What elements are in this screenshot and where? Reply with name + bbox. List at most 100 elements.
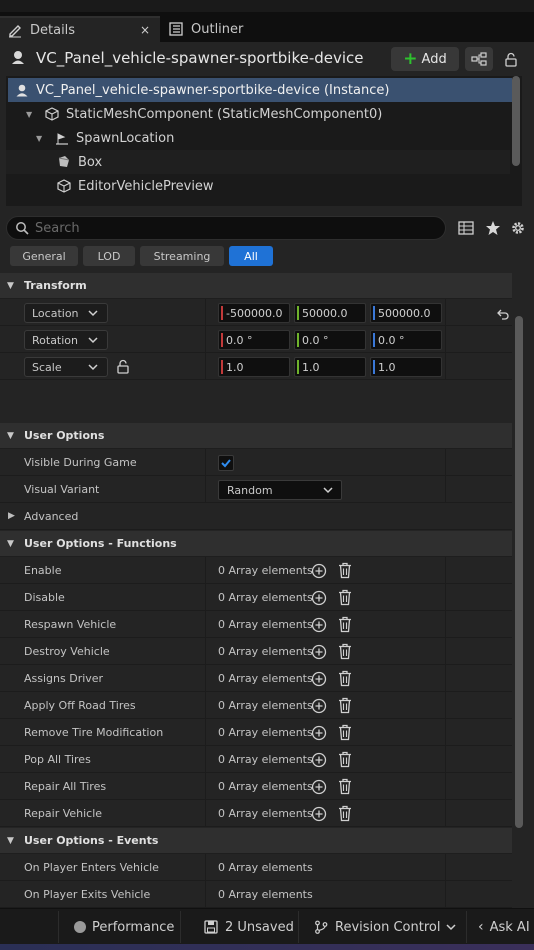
location-y-field[interactable]: 50000.0 bbox=[294, 303, 366, 323]
property-row: Destroy Vehicle 0 Array elements bbox=[0, 638, 512, 665]
trash-icon[interactable] bbox=[337, 616, 353, 633]
column-divider bbox=[445, 665, 446, 692]
tab-outliner[interactable]: Outliner bbox=[161, 16, 271, 42]
add-element-icon[interactable] bbox=[311, 752, 327, 768]
add-element-icon[interactable] bbox=[311, 725, 327, 741]
column-divider bbox=[205, 773, 206, 800]
trash-icon[interactable] bbox=[337, 724, 353, 741]
column-divider bbox=[205, 476, 206, 503]
location-label: Location bbox=[32, 306, 79, 320]
tab-details[interactable]: Details × bbox=[0, 16, 160, 42]
star-icon bbox=[486, 221, 500, 235]
trash-icon[interactable] bbox=[337, 805, 353, 822]
component-tree: VC_Panel_vehicle-spawner-sportbike-devic… bbox=[6, 76, 522, 206]
add-element-icon[interactable] bbox=[311, 779, 327, 795]
filter-lod[interactable]: LOD bbox=[83, 246, 135, 266]
trash-icon[interactable] bbox=[337, 643, 353, 660]
column-divider bbox=[205, 854, 206, 881]
add-element-icon[interactable] bbox=[311, 590, 327, 606]
tree-item-static-mesh[interactable]: ▼ StaticMeshComponent (StaticMeshCompone… bbox=[6, 102, 510, 126]
property-row: Remove Tire Modification 0 Array elements bbox=[0, 719, 512, 746]
scale-z-field[interactable]: 1.0 bbox=[370, 357, 442, 377]
property-matrix-button[interactable] bbox=[456, 218, 476, 238]
rotation-x-field[interactable]: 0.0 ° bbox=[218, 330, 290, 350]
performance-button[interactable]: Performance bbox=[74, 909, 174, 945]
trash-icon[interactable] bbox=[337, 670, 353, 687]
tree-item-box[interactable]: Box bbox=[6, 150, 510, 174]
chevron-down-icon bbox=[88, 310, 98, 317]
trash-icon[interactable] bbox=[337, 751, 353, 768]
rotation-z-field[interactable]: 0.0 ° bbox=[370, 330, 442, 350]
blueprint-hierarchy-button[interactable] bbox=[465, 47, 493, 71]
scale-lock-icon[interactable] bbox=[116, 359, 130, 374]
property-row: Respawn Vehicle 0 Array elements bbox=[0, 611, 512, 638]
status-bar: Performance 2 Unsaved Revision Control ‹… bbox=[0, 908, 534, 944]
tree-item-label: EditorVehiclePreview bbox=[78, 178, 214, 194]
filter-general[interactable]: General bbox=[10, 246, 78, 266]
column-divider bbox=[205, 692, 206, 719]
column-divider bbox=[445, 584, 446, 611]
add-element-icon[interactable] bbox=[311, 563, 327, 579]
actor-name: VC_Panel_vehicle-spawner-sportbike-devic… bbox=[36, 49, 364, 67]
category-user-options-functions[interactable]: ▼ User Options - Functions bbox=[0, 531, 512, 557]
category-transform[interactable]: ▼ Transform bbox=[0, 273, 512, 299]
static-mesh-icon bbox=[44, 106, 60, 122]
add-element-icon[interactable] bbox=[311, 698, 327, 714]
column-divider bbox=[445, 353, 446, 380]
add-component-button[interactable]: + Add bbox=[391, 47, 459, 71]
add-button-label: Add bbox=[421, 51, 447, 67]
reset-to-default-icon[interactable] bbox=[495, 306, 509, 320]
tree-item-editor-vehicle-preview[interactable]: EditorVehiclePreview bbox=[6, 174, 510, 198]
settings-button[interactable] bbox=[508, 218, 528, 238]
category-user-options[interactable]: ▼ User Options bbox=[0, 423, 512, 449]
add-element-icon[interactable] bbox=[311, 644, 327, 660]
tree-item-label: Box bbox=[78, 154, 103, 170]
property-row: Enable 0 Array elements bbox=[0, 557, 512, 584]
details-scrollbar[interactable] bbox=[515, 316, 523, 828]
tree-scrollbar[interactable] bbox=[512, 76, 520, 166]
advanced-section-row[interactable]: ▶ Advanced bbox=[0, 503, 512, 530]
lock-selection-button[interactable] bbox=[497, 47, 525, 71]
property-row: Pop All Tires 0 Array elements bbox=[0, 746, 512, 773]
visual-variant-dropdown[interactable]: Random bbox=[218, 480, 342, 500]
expand-arrow-icon[interactable]: ▼ bbox=[36, 134, 46, 143]
location-x-field[interactable]: -500000.0 bbox=[218, 303, 290, 323]
rotation-z-value: 0.0 ° bbox=[378, 333, 405, 347]
add-element-icon[interactable] bbox=[311, 671, 327, 687]
filter-streaming[interactable]: Streaming bbox=[140, 246, 224, 266]
location-mode-dropdown[interactable]: Location bbox=[24, 303, 108, 323]
add-element-icon[interactable] bbox=[311, 806, 327, 822]
revision-control-button[interactable]: Revision Control bbox=[314, 909, 456, 945]
expand-arrow-icon[interactable]: ▼ bbox=[26, 110, 36, 119]
scale-y-field[interactable]: 1.0 bbox=[294, 357, 366, 377]
search-input[interactable]: Search bbox=[35, 221, 80, 236]
details-search[interactable]: Search bbox=[6, 216, 446, 240]
trash-icon[interactable] bbox=[337, 562, 353, 579]
rotation-y-field[interactable]: 0.0 ° bbox=[294, 330, 366, 350]
trash-icon[interactable] bbox=[337, 778, 353, 795]
array-count: 0 Array elements bbox=[218, 888, 313, 901]
add-element-icon[interactable] bbox=[311, 617, 327, 633]
close-tab-icon[interactable]: × bbox=[140, 23, 150, 37]
property-row-rotation: Rotation 0.0 ° 0.0 ° 0.0 ° bbox=[0, 326, 512, 353]
tree-item-instance[interactable]: VC_Panel_vehicle-spawner-sportbike-devic… bbox=[8, 78, 512, 102]
scale-x-field[interactable]: 1.0 bbox=[218, 357, 290, 377]
rotation-mode-dropdown[interactable]: Rotation bbox=[24, 330, 108, 350]
tree-item-spawn-location[interactable]: ▼ SpawnLocation bbox=[6, 126, 510, 150]
unsaved-button[interactable]: 2 Unsaved bbox=[204, 909, 294, 945]
scale-mode-dropdown[interactable]: Scale bbox=[24, 357, 108, 377]
visible-during-game-checkbox[interactable] bbox=[218, 455, 234, 471]
column-divider bbox=[205, 611, 206, 638]
tree-item-label: SpawnLocation bbox=[76, 130, 175, 146]
favorites-button[interactable] bbox=[483, 218, 503, 238]
trash-icon[interactable] bbox=[337, 589, 353, 606]
scale-z-value: 1.0 bbox=[378, 360, 396, 374]
ask-ai-button[interactable]: ‹ Ask AI bbox=[478, 909, 530, 945]
revision-control-label: Revision Control bbox=[335, 919, 441, 935]
performance-label: Performance bbox=[92, 919, 175, 935]
property-label: On Player Enters Vehicle bbox=[24, 861, 159, 874]
trash-icon[interactable] bbox=[337, 697, 353, 714]
category-user-options-events[interactable]: ▼ User Options - Events bbox=[0, 828, 512, 854]
filter-all[interactable]: All bbox=[229, 246, 273, 266]
location-z-field[interactable]: 500000.0 bbox=[370, 303, 442, 323]
